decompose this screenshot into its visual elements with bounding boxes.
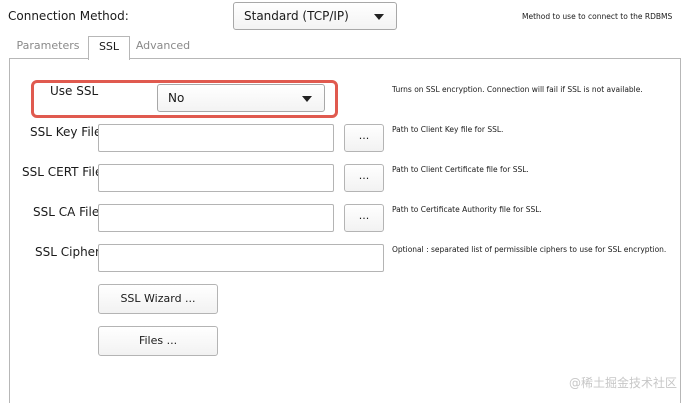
ssl-ca-file-label: SSL CA File: (33, 205, 104, 219)
ssl-cert-file-input[interactable] (98, 164, 334, 192)
ssl-ca-file-hint: Path to Certificate Authority file for S… (392, 205, 542, 214)
ssl-ca-file-input[interactable] (98, 204, 334, 232)
tab-parameters[interactable]: Parameters (10, 36, 86, 58)
connection-method-value: Standard (TCP/IP) (244, 9, 349, 23)
ssl-cipher-hint: Optional : separated list of permissible… (392, 245, 667, 254)
ssl-ca-file-browse-button[interactable]: ... (344, 204, 384, 232)
tab-advanced[interactable]: Advanced (130, 36, 196, 58)
ssl-key-file-input[interactable] (98, 124, 334, 152)
ssl-key-file-browse-button[interactable]: ... (344, 124, 384, 152)
use-ssl-value: No (168, 91, 185, 105)
ssl-cipher-input[interactable] (98, 244, 384, 272)
chevron-down-icon (302, 96, 312, 102)
tab-ssl[interactable]: SSL (88, 36, 130, 60)
connection-method-label: Connection Method: (8, 9, 129, 23)
ssl-cert-file-browse-button[interactable]: ... (344, 164, 384, 192)
chevron-down-icon (374, 14, 384, 20)
watermark: @稀土掘金技术社区 (568, 376, 677, 390)
connection-method-description: Method to use to connect to the RDBMS (522, 12, 673, 21)
connection-method-dropdown[interactable]: Standard (TCP/IP) (233, 2, 397, 30)
ssl-key-file-hint: Path to Client Key file for SSL. (392, 125, 504, 134)
use-ssl-dropdown[interactable]: No (157, 84, 325, 112)
ssl-cert-file-label: SSL CERT File: (22, 165, 107, 179)
ssl-cipher-label: SSL Cipher: (35, 245, 104, 259)
ssl-cert-file-hint: Path to Client Certificate file for SSL. (392, 165, 529, 174)
use-ssl-label: Use SSL (50, 84, 99, 98)
connection-settings-window: Connection Method: Standard (TCP/IP) Met… (0, 0, 689, 403)
use-ssl-hint: Turns on SSL encryption. Connection will… (392, 85, 643, 94)
ssl-wizard-button[interactable]: SSL Wizard ... (98, 284, 218, 314)
files-button[interactable]: Files ... (98, 326, 218, 356)
ssl-key-file-label: SSL Key File: (30, 125, 106, 139)
